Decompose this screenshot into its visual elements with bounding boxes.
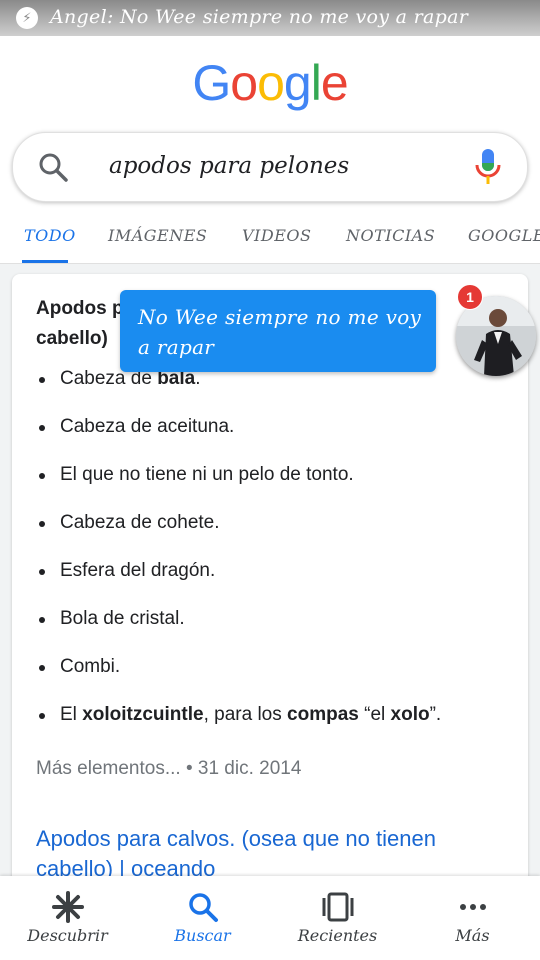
nav-mas[interactable]: Más — [405, 876, 540, 960]
asterisk-icon — [51, 890, 85, 929]
logo-letter: g — [283, 55, 312, 111]
list-item-text: Cabeza de cohete. — [60, 512, 220, 533]
list-item-bold-text: xolo — [390, 704, 430, 725]
nav-buscar-label: Buscar — [174, 926, 231, 945]
recents-icon — [321, 890, 355, 929]
list-item: El que no tiene ni un pelo de tonto. — [36, 464, 516, 512]
snippet-meta[interactable]: Más elementos... • 31 dic. 2014 — [36, 758, 301, 780]
tab-todo[interactable]: TODO — [24, 226, 76, 245]
nav-recientes[interactable]: Recientes — [270, 876, 405, 960]
snippet-heading-line2: cabello) — [36, 328, 108, 349]
google-logo: Google — [0, 54, 540, 112]
list-item-text: Bola de cristal. — [60, 608, 185, 629]
search-header: Google apodos para pelones TODO IMÁGENES… — [0, 36, 540, 264]
messenger-icon: ⚡ — [16, 7, 38, 29]
logo-letter: l — [310, 55, 322, 111]
nav-mas-label: Más — [455, 926, 490, 945]
snippet-list: Cabeza de bala. Cabeza de aceituna. El que… — [36, 368, 516, 752]
list-item: Esfera del dragón. — [36, 560, 516, 608]
list-item-text: El — [60, 704, 83, 725]
chat-bubble[interactable]: No Wee siempre no me voy a rapar — [120, 290, 436, 372]
list-item: Cabeza de bala. — [36, 368, 516, 416]
list-item-text: , para los — [203, 704, 288, 725]
nav-recientes-label: Recientes — [297, 926, 378, 945]
more-dots-icon — [456, 890, 490, 929]
chat-bubble-text: No Wee siempre no me voy a rapar — [138, 305, 422, 359]
list-item: Bola de cristal. — [36, 608, 516, 656]
list-item-bold-text: xoloitzcuintle — [82, 704, 204, 725]
nav-descubrir[interactable]: Descubrir — [0, 876, 135, 960]
list-item-text: El que no tiene ni un pelo de tonto. — [60, 464, 354, 485]
list-item: Cabeza de aceituna. — [36, 416, 516, 464]
search-icon — [186, 890, 220, 929]
list-item: Combi. — [36, 656, 516, 704]
logo-letter: o — [230, 55, 258, 111]
list-item-text: Esfera del dragón. — [60, 560, 216, 581]
chathead-badge: 1 — [457, 284, 483, 310]
list-item-bold-text: compas — [287, 704, 359, 725]
tabs-divider — [0, 263, 540, 264]
search-query[interactable]: apodos para pelones — [109, 153, 349, 179]
tab-videos[interactable]: VIDEOS — [242, 226, 311, 245]
tab-google[interactable]: GOOGLE — [468, 226, 540, 245]
nav-descubrir-label: Descubrir — [27, 926, 108, 945]
list-item-text: Cabeza de aceituna. — [60, 416, 235, 437]
tab-noticias[interactable]: NOTICIAS — [346, 226, 435, 245]
list-item-text: “el — [358, 704, 391, 725]
logo-letter: o — [257, 55, 285, 111]
list-item-text: ”. — [429, 704, 442, 725]
nav-buscar[interactable]: Buscar — [135, 876, 270, 960]
notification-text: Angel: No Wee siempre no me voy a rapar — [50, 6, 469, 28]
list-item: El xoloitzcuintle, para los compas “el x… — [36, 704, 516, 752]
microphone-icon[interactable] — [473, 147, 503, 192]
snippet-heading-line1: Apodos p — [36, 298, 124, 319]
logo-letter: e — [320, 55, 349, 111]
notification-bar[interactable]: ⚡ Angel: No Wee siempre no me voy a rapa… — [0, 0, 540, 36]
list-item: Cabeza de cohete. — [36, 512, 516, 560]
bottom-navigation: Descubrir Buscar Recientes Más — [0, 876, 540, 960]
logo-letter: G — [192, 55, 231, 111]
search-icon[interactable] — [37, 151, 69, 188]
list-item-text: Combi. — [60, 656, 121, 677]
result-link[interactable]: Apodos para calvos. (osea que no tienen … — [36, 824, 506, 884]
tab-imagenes[interactable]: IMÁGENES — [108, 226, 207, 245]
search-tabs: TODO IMÁGENES VIDEOS NOTICIAS GOOGLE — [0, 220, 540, 264]
search-box[interactable]: apodos para pelones — [12, 132, 528, 202]
